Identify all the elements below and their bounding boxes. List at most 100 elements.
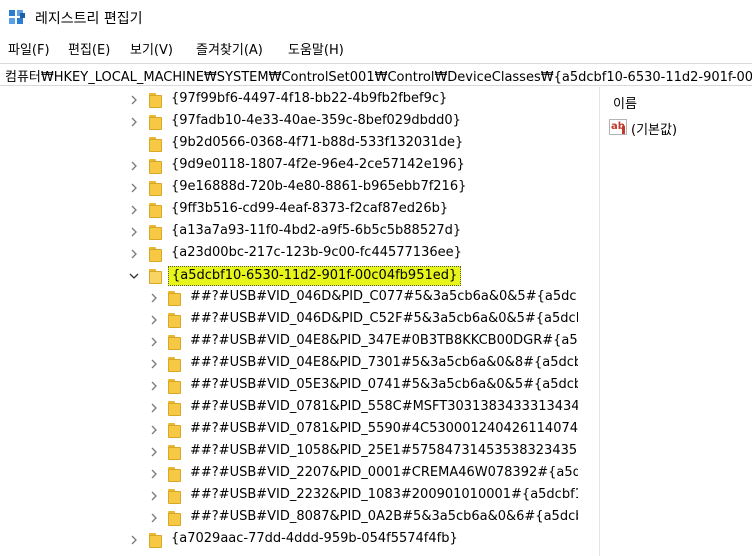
folder-icon <box>149 203 162 218</box>
chevron-right-icon[interactable] <box>148 380 160 392</box>
column-header-name[interactable]: 이름 <box>613 93 637 112</box>
folder-icon <box>168 511 181 526</box>
folder-icon <box>168 445 181 460</box>
tree-node-label[interactable]: ##?#USB#VID_2232&PID_1083#200901010001#{… <box>190 487 578 502</box>
chevron-right-icon[interactable] <box>128 94 140 106</box>
folder-icon <box>149 115 162 130</box>
chevron-right-icon[interactable] <box>148 358 160 370</box>
tree-node-label[interactable]: {a23d00bc-217c-123b-9c00-fc44577136ee} <box>171 245 462 260</box>
chevron-right-icon[interactable] <box>148 512 160 524</box>
tree-node-label[interactable]: {a7029aac-77dd-4ddd-959b-054f5574f4fb} <box>171 531 458 546</box>
folder-icon <box>168 379 181 394</box>
value-name: (기본값) <box>631 123 678 138</box>
tree-node[interactable]: {a13a7a93-11f0-4bd2-a9f5-6b5c5b88527d} <box>0 221 578 243</box>
chevron-right-icon[interactable] <box>148 292 160 304</box>
chevron-right-icon[interactable] <box>128 204 140 216</box>
folder-icon <box>149 93 162 108</box>
tree-node[interactable]: ##?#USB#VID_2232&PID_1083#200901010001#{… <box>0 485 578 507</box>
chevron-right-icon[interactable] <box>148 446 160 458</box>
chevron-down-icon[interactable] <box>128 270 140 282</box>
title-bar: 레지스트리 편집기 <box>0 0 752 36</box>
tree-node[interactable]: {9e16888d-720b-4e80-8861-b965ebb7f216} <box>0 177 578 199</box>
folder-icon <box>168 467 181 482</box>
tree-node-label[interactable]: ##?#USB#VID_05E3&PID_0741#5&3a5cb6a&0&5#… <box>190 377 578 392</box>
folder-open-icon <box>149 269 162 284</box>
values-list[interactable]: 이름 ab (기본값) <box>600 87 752 556</box>
address-path[interactable]: 컴퓨터₩HKEY_LOCAL_MACHINE₩SYSTEM₩ControlSet… <box>5 66 752 85</box>
window-title: 레지스트리 편집기 <box>35 11 143 27</box>
tree-node[interactable]: ##?#USB#VID_04E8&PID_7301#5&3a5cb6a&0&8#… <box>0 353 578 375</box>
chevron-right-icon[interactable] <box>148 314 160 326</box>
tree-node[interactable]: {9d9e0118-1807-4f2e-96e4-2ce57142e196} <box>0 155 578 177</box>
tree-node[interactable]: ##?#USB#VID_046D&PID_C077#5&3a5cb6a&0&5#… <box>0 287 578 309</box>
tree-node[interactable]: {a7029aac-77dd-4ddd-959b-054f5574f4fb} <box>0 529 578 551</box>
folder-icon <box>168 401 181 416</box>
tree-node[interactable]: {97f99bf6-4497-4f18-bb22-4b9fb2fbef9c} <box>0 89 578 111</box>
tree-node[interactable]: {9b2d0566-0368-4f71-b88d-533f132031de} <box>0 133 578 155</box>
tree-node-label[interactable]: {9b2d0566-0368-4f71-b88d-533f132031de} <box>171 135 463 150</box>
tree-node-label[interactable]: ##?#USB#VID_04E8&PID_7301#5&3a5cb6a&0&8#… <box>190 355 578 370</box>
chevron-right-icon[interactable] <box>128 116 140 128</box>
tree-node[interactable]: ##?#USB#VID_04E8&PID_347E#0B3TB8KKCB00DG… <box>0 331 578 353</box>
tree-node[interactable]: ##?#USB#VID_2207&PID_0001#CREMA46W078392… <box>0 463 578 485</box>
tree-node-label[interactable]: {9e16888d-720b-4e80-8861-b965ebb7f216} <box>171 179 466 194</box>
tree-node-label[interactable]: {9d9e0118-1807-4f2e-96e4-2ce57142e196} <box>171 157 465 172</box>
tree-node[interactable]: ##?#USB#VID_05E3&PID_0741#5&3a5cb6a&0&5#… <box>0 375 578 397</box>
menu-favorites[interactable]: 즐겨찾기(A) <box>196 39 263 58</box>
folder-icon <box>149 137 162 152</box>
folder-icon <box>149 247 162 262</box>
tree-node-label[interactable]: {97f99bf6-4497-4f18-bb22-4b9fb2fbef9c} <box>171 91 447 106</box>
tree-node-label[interactable]: ##?#USB#VID_2207&PID_0001#CREMA46W078392… <box>190 465 578 480</box>
tree-node[interactable]: ##?#USB#VID_1058&PID_25E1#57584731453538… <box>0 441 578 463</box>
folder-icon <box>168 357 181 372</box>
tree-node[interactable]: {9ff3b516-cd99-4eaf-8373-f2caf87ed26b} <box>0 199 578 221</box>
folder-icon <box>168 489 181 504</box>
tree-node[interactable]: ##?#USB#VID_0781&PID_558C#MSFT3031383433… <box>0 397 578 419</box>
folder-icon <box>168 423 181 438</box>
tree-node[interactable]: {a5dcbf10-6530-11d2-901f-00c04fb951ed} <box>0 265 578 287</box>
string-value-icon: ab <box>609 119 627 135</box>
folder-icon <box>168 313 181 328</box>
chevron-right-icon[interactable] <box>128 160 140 172</box>
tree-node[interactable]: ##?#USB#VID_046D&PID_C52F#5&3a5cb6a&0&5#… <box>0 309 578 331</box>
chevron-right-icon[interactable] <box>128 534 140 546</box>
chevron-right-icon[interactable] <box>148 402 160 414</box>
folder-icon <box>149 159 162 174</box>
key-tree[interactable]: {97f99bf6-4497-4f18-bb22-4b9fb2fbef9c} {9… <box>0 87 578 556</box>
chevron-right-icon[interactable] <box>128 226 140 238</box>
chevron-right-icon[interactable] <box>148 490 160 502</box>
folder-icon <box>149 533 162 548</box>
tree-node-label[interactable]: {97fadb10-4e33-40ae-359c-8bef029dbdd0} <box>171 113 461 128</box>
tree-node-label[interactable]: {a13a7a93-11f0-4bd2-a9f5-6b5c5b88527d} <box>171 223 461 238</box>
menu-bar: 파일(F) 편집(E) 보기(V) 즐겨찾기(A) 도움말(H) <box>0 37 752 59</box>
tree-node[interactable]: {a23d00bc-217c-123b-9c00-fc44577136ee} <box>0 243 578 265</box>
tree-node-label[interactable]: ##?#USB#VID_8087&PID_0A2B#5&3a5cb6a&0&6#… <box>190 509 578 524</box>
tree-node-label[interactable]: ##?#USB#VID_046D&PID_C52F#5&3a5cb6a&0&5#… <box>190 311 578 326</box>
tree-node-label[interactable]: {9ff3b516-cd99-4eaf-8373-f2caf87ed26b} <box>171 201 448 216</box>
tree-node-label[interactable]: ##?#USB#VID_0781&PID_558C#MSFT3031383433… <box>190 399 578 414</box>
menu-edit[interactable]: 편집(E) <box>68 39 110 58</box>
chevron-right-icon[interactable] <box>148 424 160 436</box>
folder-icon <box>168 335 181 350</box>
tree-node-label[interactable]: ##?#USB#VID_046D&PID_C077#5&3a5cb6a&0&5#… <box>190 289 577 304</box>
tree-node-label[interactable]: ##?#USB#VID_04E8&PID_347E#0B3TB8KKCB00DG… <box>190 333 578 348</box>
tree-node[interactable]: ##?#USB#VID_8087&PID_0A2B#5&3a5cb6a&0&6#… <box>0 507 578 529</box>
tree-node[interactable]: ##?#USB#VID_0781&PID_5590#4C530001240426… <box>0 419 578 441</box>
chevron-right-icon[interactable] <box>148 336 160 348</box>
tree-node-label[interactable]: ##?#USB#VID_0781&PID_5590#4C530001240426… <box>190 421 578 436</box>
folder-icon <box>168 291 181 306</box>
folder-icon <box>149 225 162 240</box>
menu-file[interactable]: 파일(F) <box>8 39 50 58</box>
chevron-right-icon[interactable] <box>128 248 140 260</box>
chevron-right-icon[interactable] <box>148 468 160 480</box>
tree-node-label[interactable]: ##?#USB#VID_1058&PID_25E1#57584731453538… <box>190 443 578 458</box>
value-row[interactable]: ab (기본값) <box>608 118 752 138</box>
menu-view[interactable]: 보기(V) <box>130 39 173 58</box>
address-bar[interactable]: 컴퓨터₩HKEY_LOCAL_MACHINE₩SYSTEM₩ControlSet… <box>0 63 752 86</box>
tree-node-label-selected[interactable]: {a5dcbf10-6530-11d2-901f-00c04fb951ed} <box>168 266 462 286</box>
tree-node[interactable]: {97fadb10-4e33-40ae-359c-8bef029dbdd0} <box>0 111 578 133</box>
chevron-right-icon[interactable] <box>128 182 140 194</box>
menu-help[interactable]: 도움말(H) <box>288 39 344 58</box>
folder-icon <box>149 181 162 196</box>
registry-editor-icon <box>9 10 25 24</box>
